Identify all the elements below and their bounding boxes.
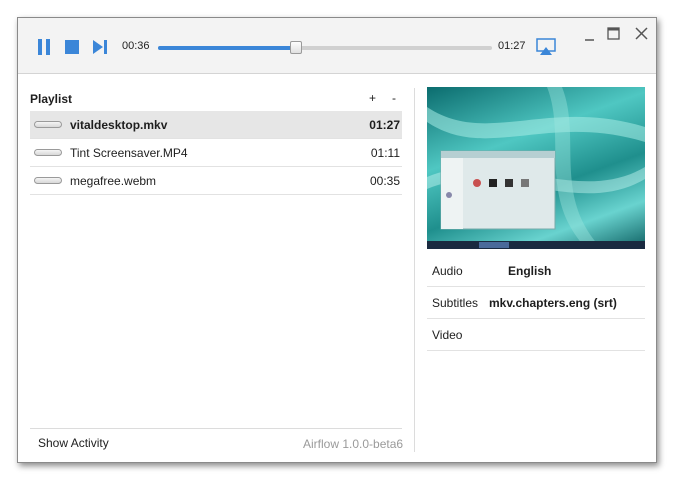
playlist-list: vitaldesktop.mkv 01:27 Tint Screensaver.…: [30, 111, 402, 195]
current-time: 00:36: [122, 40, 150, 52]
audio-row[interactable]: Audio English: [427, 255, 645, 287]
subtitles-row[interactable]: Subtitles mkv.chapters.eng (srt): [427, 287, 645, 319]
playlist-title: Playlist: [30, 92, 73, 106]
video-preview[interactable]: [427, 87, 645, 249]
playlist-item[interactable]: Tint Screensaver.MP4 01:11: [30, 139, 402, 167]
player-window: 00:36 01:27 Playlist + - vitaldesktop.mk…: [17, 17, 657, 463]
progress-pill-icon: [34, 121, 62, 128]
minimize-icon[interactable]: [582, 28, 598, 44]
desktop-screenshot-thumbnail: [427, 87, 645, 249]
transport-toolbar: 00:36 01:27: [18, 18, 656, 74]
maximize-icon[interactable]: [606, 26, 622, 42]
seek-handle[interactable]: [290, 41, 303, 54]
playlist-header: Playlist + -: [30, 90, 402, 108]
stop-icon[interactable]: [64, 38, 80, 56]
audio-value: English: [508, 264, 552, 278]
playlist-item[interactable]: vitaldesktop.mkv 01:27: [30, 111, 402, 139]
playlist-item-duration: 01:27: [369, 118, 400, 132]
panel-divider: [414, 88, 415, 452]
playlist-item-name: vitaldesktop.mkv: [70, 118, 168, 132]
footer-divider: [30, 428, 402, 429]
next-track-icon[interactable]: [92, 38, 108, 56]
airplay-icon[interactable]: [536, 38, 556, 56]
total-time: 01:27: [498, 40, 526, 52]
video-label: Video: [432, 328, 463, 342]
subtitles-value: mkv.chapters.eng (srt): [489, 296, 617, 310]
playlist-item[interactable]: megafree.webm 00:35: [30, 167, 402, 195]
playlist-item-duration: 01:11: [370, 146, 400, 160]
playlist-item-name: Tint Screensaver.MP4: [70, 146, 188, 160]
playlist-item-duration: 00:35: [369, 174, 400, 188]
audio-label: Audio: [432, 264, 463, 278]
seek-bar[interactable]: [158, 41, 492, 54]
pause-icon[interactable]: [36, 38, 52, 56]
remove-item-button[interactable]: -: [392, 91, 396, 105]
video-row[interactable]: Video: [427, 319, 645, 351]
close-icon[interactable]: [634, 26, 650, 42]
progress-pill-icon: [34, 149, 62, 156]
seek-progress: [158, 46, 297, 50]
playlist-item-name: megafree.webm: [70, 174, 157, 188]
show-activity-link[interactable]: Show Activity: [38, 436, 109, 450]
add-item-button[interactable]: +: [369, 91, 376, 105]
progress-pill-icon: [34, 177, 62, 184]
version-label: Airflow 1.0.0-beta6: [303, 437, 404, 451]
subtitles-label: Subtitles: [432, 296, 479, 310]
